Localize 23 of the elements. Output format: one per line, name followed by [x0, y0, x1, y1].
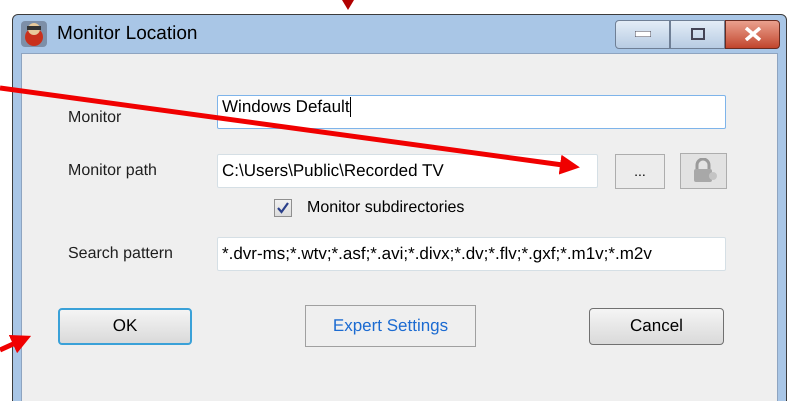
text-field[interactable]: Windows Default: [217, 95, 726, 129]
close-icon: [744, 27, 762, 41]
maximize-icon: [690, 28, 704, 40]
checkmark-icon: [277, 202, 289, 214]
maximize-button[interactable]: [670, 20, 725, 48]
close-button[interactable]: [725, 20, 780, 48]
settings-button[interactable]: Expert Settings: [305, 305, 476, 347]
checkbox-label: Monitor subdirectories: [307, 198, 464, 218]
dialog-button[interactable]: Cancel: [589, 308, 724, 344]
minimize-button[interactable]: [615, 20, 670, 48]
minimize-icon: [634, 31, 650, 37]
field-label: Monitor: [68, 108, 122, 128]
field-label: Search pattern: [68, 244, 173, 264]
text-field[interactable]: *.dvr-ms;*.wtv;*.asf;*.avi;*.divx;*.dv;*.flv;*.gxf;*.m1v;*.m2v: [217, 237, 726, 271]
window-title: Monitor Location: [57, 22, 198, 46]
field-label: Monitor path: [68, 161, 157, 181]
app-icon: [19, 19, 49, 49]
annotation-arrow: [342, 0, 354, 10]
checkbox[interactable]: [274, 199, 292, 217]
annotation-arrow: [0, 335, 32, 354]
text-field[interactable]: C:\Users\Public\Recorded TV: [217, 154, 598, 188]
dialog-button[interactable]: OK: [58, 308, 192, 344]
browse-button[interactable]: ...: [615, 154, 665, 188]
